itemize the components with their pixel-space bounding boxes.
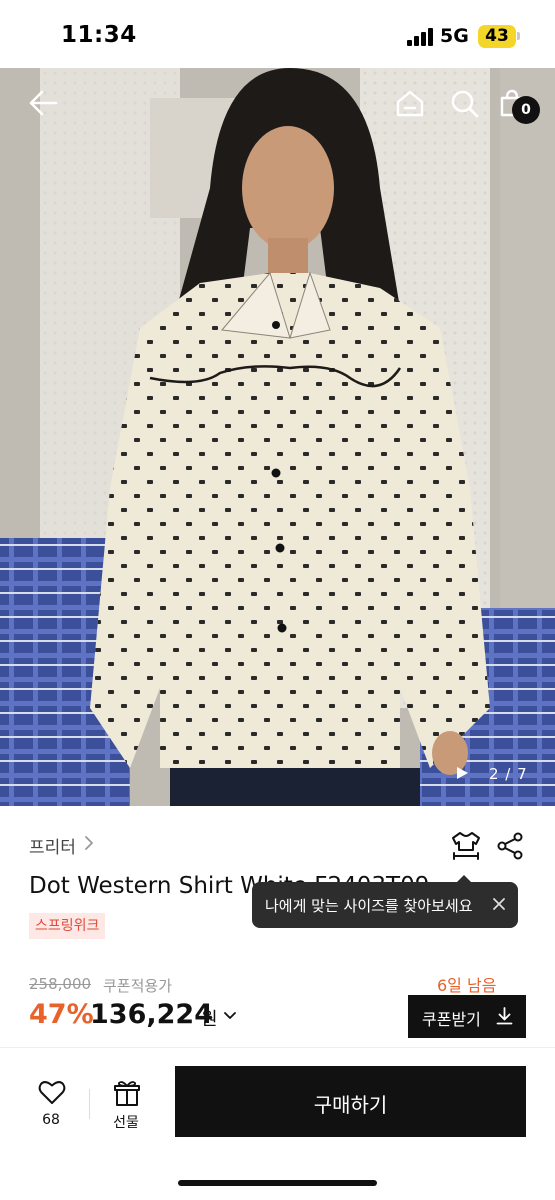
back-arrow-icon[interactable]	[28, 90, 58, 116]
battery-icon: 43	[478, 25, 516, 48]
home-icon[interactable]	[395, 89, 425, 117]
get-coupon-button[interactable]: 쿠폰받기	[408, 995, 526, 1038]
days-left: 6일 남음	[437, 976, 497, 995]
gift-button[interactable]: 선물	[105, 1077, 147, 1137]
buy-button[interactable]: 구매하기	[175, 1066, 526, 1137]
wishlist-count: 68	[42, 1112, 60, 1128]
currency-label: 원	[201, 1009, 218, 1030]
home-indicator	[178, 1180, 377, 1186]
status-time: 11:34	[61, 22, 137, 48]
product-photo	[0, 68, 555, 806]
chevron-down-icon[interactable]	[223, 1011, 237, 1021]
heart-icon	[38, 1081, 66, 1104]
network-type: 5G	[440, 25, 469, 47]
promo-tag: 스프링위크	[29, 913, 106, 939]
close-icon[interactable]	[492, 897, 506, 911]
download-icon	[496, 1007, 513, 1025]
product-image[interactable]	[0, 68, 555, 806]
wishlist-button[interactable]: 68	[30, 1077, 72, 1137]
tooltip-text: 나에게 맞는 사이즈를 찾아보세요	[265, 897, 473, 915]
sale-price: 136,224	[90, 999, 213, 1030]
buy-button-label: 구매하기	[313, 1095, 388, 1117]
signal-icon	[407, 28, 435, 46]
share-icon[interactable]	[496, 832, 524, 860]
gift-icon	[114, 1081, 140, 1106]
size-tooltip[interactable]: 나에게 맞는 사이즈를 찾아보세요	[252, 875, 518, 928]
play-icon[interactable]	[455, 766, 469, 780]
coupon-price-label: 쿠폰적용가	[103, 977, 173, 995]
brand-link[interactable]: 프리터	[29, 833, 76, 858]
size-fit-icon[interactable]	[450, 830, 482, 862]
cart-count-badge[interactable]: 0	[512, 96, 540, 124]
gift-label: 선물	[113, 1115, 139, 1131]
original-price: 258,000	[29, 975, 92, 993]
status-bar: 11:34 5G 43	[0, 0, 555, 68]
divider	[0, 1047, 555, 1048]
search-icon[interactable]	[450, 89, 480, 119]
coupon-button-label: 쿠폰받기	[422, 1012, 481, 1029]
discount-rate: 47%	[29, 999, 94, 1030]
image-counter: 2 / 7	[489, 765, 528, 783]
chevron-right-icon[interactable]	[83, 835, 95, 851]
battery-tip	[517, 32, 520, 40]
separator	[89, 1089, 90, 1119]
